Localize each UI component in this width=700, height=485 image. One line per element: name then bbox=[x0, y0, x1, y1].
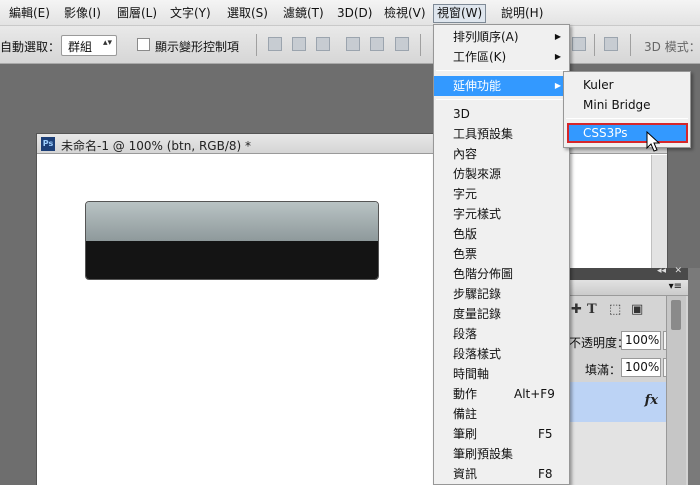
menu-item-paragraph-styles[interactable]: 段落樣式 bbox=[434, 344, 569, 364]
menu-item-workspace[interactable]: 工作區(K) ▶ bbox=[434, 47, 569, 67]
menu-item-shortcut: F5 bbox=[538, 427, 553, 441]
lock-position-icon[interactable]: ✚ bbox=[571, 302, 582, 317]
panel-collapse-bar[interactable]: ◂◂ ✕ bbox=[568, 266, 688, 280]
menu-separator bbox=[566, 118, 688, 119]
menu-item-actions[interactable]: 動作 Alt+F9 bbox=[434, 384, 569, 404]
menu-image[interactable]: 影像(I) bbox=[61, 4, 104, 23]
fx-icon[interactable]: fx bbox=[645, 393, 658, 408]
align-vertical-center-icon[interactable] bbox=[292, 37, 306, 51]
opacity-input[interactable]: 100% bbox=[621, 331, 661, 350]
menu-item-tool-presets[interactable]: 工具預設集 bbox=[434, 124, 569, 144]
fill-input[interactable]: 100% bbox=[621, 358, 661, 377]
align-top-icon[interactable] bbox=[268, 37, 282, 51]
submenu-item-css3ps[interactable]: CSS3Ps bbox=[567, 123, 688, 143]
transform-icon[interactable]: ⬚ bbox=[609, 302, 621, 317]
menu-item-measurement-log[interactable]: 度量記錄 bbox=[434, 304, 569, 324]
menu-item-label: 工作區(K) bbox=[453, 50, 507, 64]
menu-item-3d[interactable]: 3D bbox=[434, 104, 569, 124]
close-icon[interactable]: ✕ bbox=[674, 266, 682, 276]
menu-item-clone-source[interactable]: 仿製來源 bbox=[434, 164, 569, 184]
options-bar: 自動選取： 群組 ▴▾ 顯示變形控制項 3D 模式： bbox=[0, 26, 700, 64]
panel-tab-row: ▾≡ bbox=[569, 280, 688, 296]
menu-window[interactable]: 視窗(W) bbox=[433, 4, 487, 23]
updown-arrow-icon: ▴▾ bbox=[102, 38, 112, 48]
text-icon[interactable]: T bbox=[587, 302, 597, 317]
menu-item-properties[interactable]: 內容 bbox=[434, 144, 569, 164]
submenu-arrow-icon: ▶ bbox=[554, 81, 561, 90]
auto-select-value: 群組 bbox=[68, 40, 93, 54]
menu-view[interactable]: 檢視(V) bbox=[381, 4, 429, 23]
menu-help[interactable]: 說明(H) bbox=[498, 4, 546, 23]
menu-3d[interactable]: 3D(D) bbox=[334, 4, 375, 23]
menu-filter[interactable]: 濾鏡(T) bbox=[280, 4, 327, 23]
submenu-arrow-icon: ▶ bbox=[554, 52, 561, 61]
menu-select[interactable]: 選取(S) bbox=[224, 4, 271, 23]
menu-item-label: 動作 bbox=[453, 387, 478, 401]
menu-layer[interactable]: 圖層(L) bbox=[114, 4, 160, 23]
menu-item-shortcut: Alt+F9 bbox=[514, 387, 555, 401]
menu-item-label: 排列順序(A) bbox=[453, 30, 519, 44]
menu-separator bbox=[436, 99, 567, 100]
auto-align-icon[interactable] bbox=[604, 37, 618, 51]
divider bbox=[420, 34, 421, 56]
panel-menu-icon[interactable]: ▾≡ bbox=[669, 281, 682, 292]
align-left-icon[interactable] bbox=[346, 37, 360, 51]
divider bbox=[256, 34, 257, 56]
panel-scrollbar[interactable] bbox=[666, 296, 686, 485]
menu-item-label: 筆刷 bbox=[453, 427, 478, 441]
submenu-item-mini-bridge[interactable]: Mini Bridge bbox=[564, 95, 690, 115]
menu-item-shortcut: F8 bbox=[538, 467, 553, 481]
menu-item-arrange[interactable]: 排列順序(A) ▶ bbox=[434, 27, 569, 47]
align-bottom-icon[interactable] bbox=[316, 37, 330, 51]
submenu-arrow-icon: ▶ bbox=[554, 32, 561, 41]
photoshop-icon: Ps bbox=[41, 137, 55, 151]
menu-item-brush[interactable]: 筆刷 F5 bbox=[434, 424, 569, 444]
artboard-icon[interactable]: ▣ bbox=[631, 302, 643, 317]
show-transform-label: 顯示變形控制項 bbox=[155, 40, 240, 54]
menu-item-swatches[interactable]: 色票 bbox=[434, 244, 569, 264]
button-artwork bbox=[85, 201, 379, 280]
auto-select-dropdown[interactable]: 群組 ▴▾ bbox=[61, 35, 117, 56]
mouse-cursor-icon bbox=[646, 131, 660, 152]
scroll-thumb[interactable] bbox=[671, 300, 681, 330]
menu-item-history[interactable]: 步驟記錄 bbox=[434, 284, 569, 304]
divider bbox=[630, 34, 631, 56]
menu-bar: 編輯(E) 影像(I) 圖層(L) 文字(Y) 選取(S) 濾鏡(T) 3D(D… bbox=[0, 0, 700, 26]
fill-label: 填滿： bbox=[585, 363, 622, 377]
menu-item-info[interactable]: 資訊 F8 bbox=[434, 464, 569, 484]
divider bbox=[594, 34, 595, 56]
auto-select-label: 自動選取： bbox=[0, 40, 61, 54]
menu-item-paragraph[interactable]: 段落 bbox=[434, 324, 569, 344]
document-title: 未命名-1 @ 100% (btn, RGB/8) * bbox=[61, 139, 251, 153]
menu-separator bbox=[436, 70, 567, 71]
menu-item-notes[interactable]: 備註 bbox=[434, 404, 569, 424]
opacity-label: 不透明度： bbox=[569, 336, 630, 350]
align-right-icon[interactable] bbox=[395, 37, 409, 51]
submenu-item-kuler[interactable]: Kuler bbox=[564, 75, 690, 95]
button-dark-bottom bbox=[86, 241, 378, 279]
menu-item-extensions[interactable]: 延伸功能 ▶ bbox=[434, 76, 569, 96]
menu-item-character[interactable]: 字元 bbox=[434, 184, 569, 204]
layer-row-selected[interactable]: fx bbox=[568, 382, 666, 422]
distribute-right-icon[interactable] bbox=[572, 37, 586, 51]
show-transform-checkbox[interactable] bbox=[137, 38, 150, 51]
layer-effects-list bbox=[568, 422, 666, 485]
collapse-icon[interactable]: ◂◂ bbox=[657, 266, 666, 276]
menu-item-brush-presets[interactable]: 筆刷預設集 bbox=[434, 444, 569, 464]
menu-edit[interactable]: 編輯(E) bbox=[6, 4, 53, 23]
window-menu-dropdown: 排列順序(A) ▶ 工作區(K) ▶ 延伸功能 ▶ 3D 工具預設集 內容 仿製… bbox=[433, 24, 570, 485]
menu-item-timeline[interactable]: 時間軸 bbox=[434, 364, 569, 384]
menu-item-label: 資訊 bbox=[453, 467, 478, 481]
menu-item-character-styles[interactable]: 字元樣式 bbox=[434, 204, 569, 224]
menu-item-label: 延伸功能 bbox=[453, 79, 502, 93]
align-horizontal-center-icon[interactable] bbox=[370, 37, 384, 51]
3d-mode-label: 3D 模式： bbox=[644, 40, 700, 54]
button-gloss-top bbox=[86, 202, 378, 241]
menu-item-histogram[interactable]: 色階分佈圖 bbox=[434, 264, 569, 284]
panel-dock-edge bbox=[688, 268, 700, 485]
extensions-submenu: Kuler Mini Bridge CSS3Ps bbox=[563, 71, 691, 148]
menu-item-channels[interactable]: 色版 bbox=[434, 224, 569, 244]
menu-type[interactable]: 文字(Y) bbox=[167, 4, 214, 23]
